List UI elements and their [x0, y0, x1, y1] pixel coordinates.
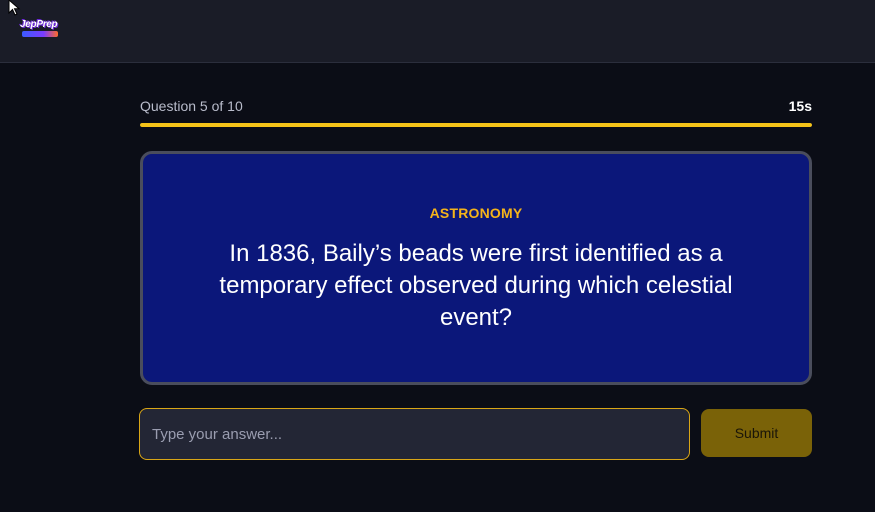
top-bar: JepPrep — [0, 0, 875, 63]
logo-stripe — [22, 31, 58, 37]
timer-progress-bar — [140, 123, 812, 127]
question-text: In 1836, Baily’s beads were first identi… — [219, 240, 733, 331]
logo-text: JepPrep — [20, 19, 58, 30]
mouse-pointer-icon — [8, 0, 21, 16]
submit-button[interactable]: Submit — [701, 409, 812, 457]
answer-input[interactable] — [139, 408, 690, 460]
countdown-timer: 15s — [788, 98, 812, 114]
timer-progress-fill — [140, 123, 812, 127]
question-counter: Question 5 of 10 — [140, 98, 243, 114]
question-card: ASTRONOMY In 1836, Baily’s beads were fi… — [140, 151, 812, 385]
jepprep-logo[interactable]: JepPrep — [18, 18, 60, 40]
question-category: ASTRONOMY — [429, 205, 523, 221]
progress-header: Question 5 of 10 15s — [140, 96, 812, 116]
